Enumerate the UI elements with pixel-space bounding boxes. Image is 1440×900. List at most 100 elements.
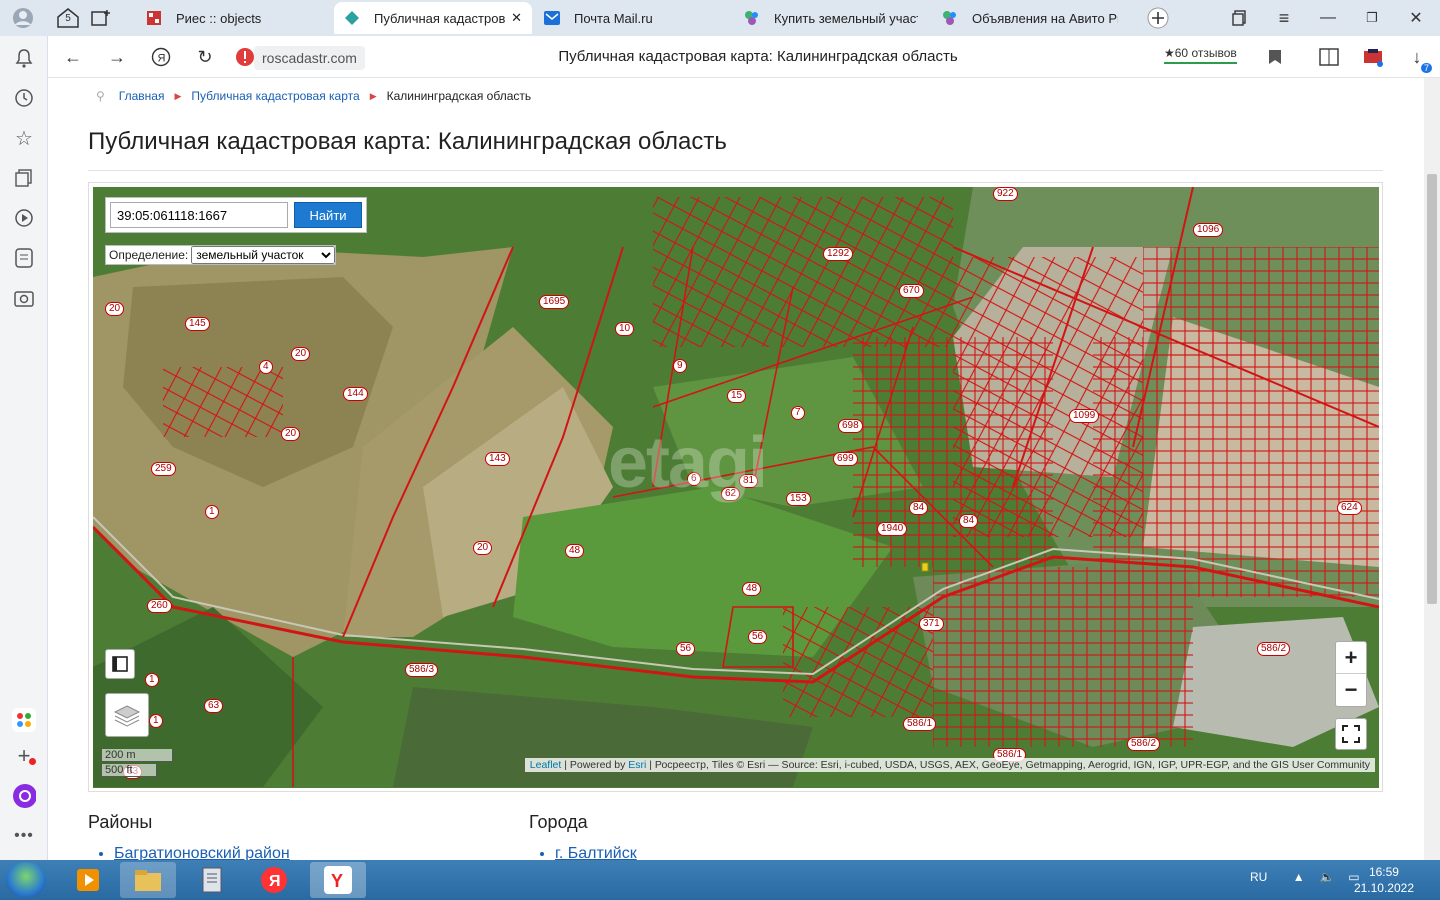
restore-icon[interactable]: ❐ <box>1358 4 1386 32</box>
clock-time: 16:59 <box>1368 865 1399 879</box>
parcel-label[interactable]: 624 <box>1337 501 1362 515</box>
collections-icon[interactable] <box>1226 4 1254 32</box>
parcel-label[interactable]: 259 <box>151 462 176 476</box>
cadastral-map[interactable]: 20 145 4 20 144 20 259 1 143 1695 10 9 15 7 698 699 6 81 6… <box>93 187 1379 788</box>
tab-counter-icon[interactable]: 5 <box>54 4 82 32</box>
parcel-label[interactable]: 699 <box>833 452 858 466</box>
new-tab-group-icon[interactable] <box>88 4 114 32</box>
play-icon[interactable] <box>12 206 36 230</box>
parcel-label[interactable]: 84 <box>909 501 929 515</box>
parcel-label[interactable]: 145 <box>185 317 210 331</box>
reader-mode-icon[interactable] <box>1316 45 1342 69</box>
close-tab-icon[interactable]: ✕ <box>511 10 522 26</box>
parcel-label[interactable]: 1292 <box>823 247 854 261</box>
parcel-label[interactable]: 20 <box>105 302 125 316</box>
leaflet-link[interactable]: Leaflet <box>530 759 562 771</box>
language-indicator[interactable]: RU <box>1250 870 1267 884</box>
extension-icon[interactable] <box>1360 45 1386 69</box>
close-window-icon[interactable]: ✕ <box>1402 4 1430 32</box>
parcel-label[interactable]: 20 <box>281 427 301 441</box>
breadcrumb-cadastral-map[interactable]: Публичная кадастровая карта <box>191 89 359 103</box>
clock[interactable]: 16:59 21.10.2022 <box>1354 864 1414 896</box>
profile-icon[interactable] <box>8 4 38 32</box>
parcel-label[interactable]: 20 <box>291 347 311 361</box>
parcel-label[interactable]: 63 <box>204 699 224 713</box>
services-icon[interactable] <box>12 708 36 732</box>
minimize-icon[interactable]: — <box>1314 4 1342 32</box>
downloads-icon[interactable]: ↓ 7 <box>1404 45 1432 73</box>
volume-icon[interactable]: 🔈 <box>1320 870 1335 884</box>
tab-riess[interactable]: Риес :: objects <box>136 2 332 34</box>
add-panel-icon[interactable]: + <box>12 743 36 768</box>
scrollbar[interactable] <box>1424 78 1440 860</box>
files-icon[interactable] <box>184 862 240 898</box>
cadastral-number-input[interactable] <box>110 202 288 228</box>
parcel-label[interactable]: 1695 <box>539 295 570 309</box>
parcel-label[interactable]: 586/3 <box>405 663 439 677</box>
yandex-browser-icon[interactable]: Я <box>246 862 302 898</box>
fullscreen-icon[interactable] <box>1335 718 1367 750</box>
parcel-label[interactable]: 153 <box>786 492 811 506</box>
tab-counter: 5 <box>65 13 71 24</box>
tab-cadastral-map[interactable]: Публичная кадастрова ✕ <box>334 2 532 34</box>
legend-toggle-icon[interactable] <box>105 649 135 679</box>
new-tab-button[interactable] <box>1144 4 1172 32</box>
parcel-label[interactable]: 698 <box>838 419 863 433</box>
tray-arrow-icon[interactable]: ▲ <box>1293 870 1305 884</box>
scrollbar-thumb[interactable] <box>1427 174 1437 604</box>
parcel-label[interactable]: 48 <box>565 544 585 558</box>
parcel-label[interactable]: 1 <box>205 505 219 519</box>
parcel-label[interactable]: 4 <box>259 360 273 374</box>
parcel-label[interactable]: 15 <box>727 389 747 403</box>
parcel-label[interactable]: 56 <box>748 630 768 644</box>
parcel-label[interactable]: 84 <box>959 514 979 528</box>
collections-sidebar-icon[interactable] <box>12 166 36 190</box>
tab-mail[interactable]: Почта Mail.ru <box>534 2 730 34</box>
tab-avito-pro[interactable]: Объявления на Авито Pro <box>932 2 1128 34</box>
breadcrumb-home[interactable]: Главная <box>119 89 165 103</box>
parcel-label[interactable]: 1 <box>145 673 159 687</box>
history-icon[interactable] <box>12 86 36 110</box>
parcel-label[interactable]: 9 <box>673 359 687 373</box>
bell-icon[interactable] <box>12 46 36 70</box>
parcel-label[interactable]: 10 <box>615 322 635 336</box>
reviews-badge[interactable]: ★60 отзывов <box>1164 46 1237 64</box>
parcel-label[interactable]: 371 <box>919 617 944 631</box>
parcel-label[interactable]: 670 <box>899 284 924 298</box>
notes-icon[interactable] <box>12 246 36 270</box>
parcel-label[interactable]: 143 <box>485 452 510 466</box>
screenshot-icon[interactable] <box>12 286 36 310</box>
find-button[interactable]: Найти <box>294 202 362 228</box>
city-link[interactable]: г. Балтийск <box>555 845 637 860</box>
parcel-label[interactable]: 48 <box>742 582 762 596</box>
parcel-label[interactable]: 1099 <box>1069 409 1100 423</box>
start-button[interactable] <box>6 862 46 898</box>
media-player-icon[interactable] <box>60 862 116 898</box>
parcel-label[interactable]: 586/2 <box>1127 737 1161 751</box>
parcel-label[interactable]: 586/2 <box>1257 642 1291 656</box>
parcel-label[interactable]: 586/1 <box>903 717 937 731</box>
more-icon[interactable]: ••• <box>12 824 36 848</box>
zoom-in-button[interactable]: + <box>1336 642 1366 674</box>
tab-land-purchase[interactable]: Купить земельный участо <box>734 2 928 34</box>
parcel-label[interactable]: 922 <box>993 187 1018 201</box>
menu-icon[interactable]: ≡ <box>1270 4 1298 32</box>
yandex-app-icon[interactable]: Y <box>310 862 366 898</box>
definition-select[interactable]: земельный участок <box>191 246 336 264</box>
district-link[interactable]: Багратионовский район <box>114 845 290 860</box>
esri-link[interactable]: Esri <box>628 759 646 771</box>
layers-icon[interactable] <box>105 693 149 737</box>
parcel-label[interactable]: 20 <box>473 541 493 555</box>
bookmarks-star-icon[interactable]: ☆ <box>12 126 36 150</box>
parcel-label[interactable]: 7 <box>791 406 805 420</box>
parcel-label[interactable]: 144 <box>343 387 368 401</box>
parcel-label[interactable]: 1 <box>149 714 163 728</box>
alice-icon[interactable] <box>12 784 36 808</box>
parcel-label[interactable]: 56 <box>676 642 696 656</box>
parcel-label[interactable]: 1096 <box>1193 223 1224 237</box>
parcel-label[interactable]: 1940 <box>877 522 908 536</box>
parcel-label[interactable]: 260 <box>147 599 172 613</box>
bookmark-icon[interactable] <box>1262 45 1288 69</box>
explorer-icon[interactable] <box>120 862 176 898</box>
zoom-out-button[interactable]: − <box>1336 674 1366 706</box>
